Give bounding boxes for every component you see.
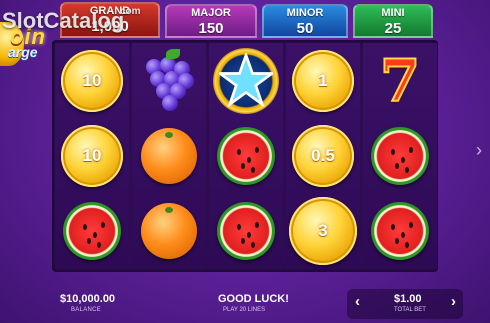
reel-cell [363,193,437,268]
star-symbol-icon [213,47,279,114]
balance-value: $10,000.00 [60,293,116,305]
lines-label: PLAY 20 LINES [223,307,266,313]
reel-cell [132,193,206,268]
status-message: GOOD LUCK! [218,293,289,305]
orange-symbol-icon [141,127,197,184]
coin-value: 3 [318,220,328,240]
watermelon-symbol-icon [217,201,275,260]
game-logo-subtitle: arge [8,44,38,60]
seven-symbol-icon: 7 [379,46,421,115]
jackpot-major: MAJOR 150 [165,4,257,38]
watermark-text: SlotCatalog [2,8,125,33]
watermark: SlotCatalog com [2,6,141,34]
coin-value: 0.5 [311,145,335,165]
jackpot-mini-label: MINI [381,7,405,19]
reels-frame: 10 10 1 0.5 3 7 [52,40,438,272]
watermelon-symbol-icon [217,126,275,185]
jackpot-major-value: 150 [198,20,224,37]
watermark-suffix: com [120,6,141,17]
reel-cell: 1 [286,43,360,118]
reel-cell [55,193,129,268]
reel-cell [209,43,283,118]
reel-2 [132,43,206,269]
coin-value: 1 [318,70,328,90]
coin-symbol-icon: 1 [292,49,354,112]
coin-symbol-icon: 3 [289,196,357,265]
reel-4: 1 0.5 3 [286,43,360,269]
jackpot-mini: MINI 25 [353,4,433,38]
coin-symbol-icon: 0.5 [292,124,354,187]
coin-value: 10 [82,145,102,165]
orange-symbol-icon [141,202,197,259]
reel-cell: 3 [286,193,360,268]
reel-cell: 10 [55,43,129,118]
balance-label: BALANCE [71,307,102,313]
bet-increase-button[interactable]: › [451,293,456,310]
coin-symbol-icon: 10 [61,124,123,187]
reel-cell: 0.5 [286,118,360,193]
reel-1: 10 10 [55,43,129,269]
grapes-symbol-icon [140,48,198,111]
bet-decrease-button[interactable]: ‹ [355,293,360,310]
reel-cell [363,118,437,193]
reel-cell [132,118,206,193]
reel-cell [209,118,283,193]
jackpot-minor: MINOR 50 [262,4,348,38]
jackpot-mini-value: 25 [384,20,402,37]
jackpot-minor-value: 50 [296,20,314,37]
watermelon-symbol-icon [63,201,121,260]
reel-cell: 10 [55,118,129,193]
total-bet-label: TOTAL BET [394,307,426,313]
jackpot-minor-label: MINOR [286,7,324,19]
reel-cell: 7 [363,43,437,118]
side-menu-arrow-icon[interactable]: › [476,140,482,161]
coin-value: 10 [82,70,102,90]
watermelon-symbol-icon [371,201,429,260]
jackpot-major-label: MAJOR [191,7,231,19]
reel-cell [132,43,206,118]
reel-5: 7 [363,43,437,269]
coin-symbol-icon: 10 [61,49,123,112]
watermelon-symbol-icon [371,126,429,185]
total-bet-value: $1.00 [394,293,422,305]
reel-3 [209,43,283,269]
reel-cell [209,193,283,268]
